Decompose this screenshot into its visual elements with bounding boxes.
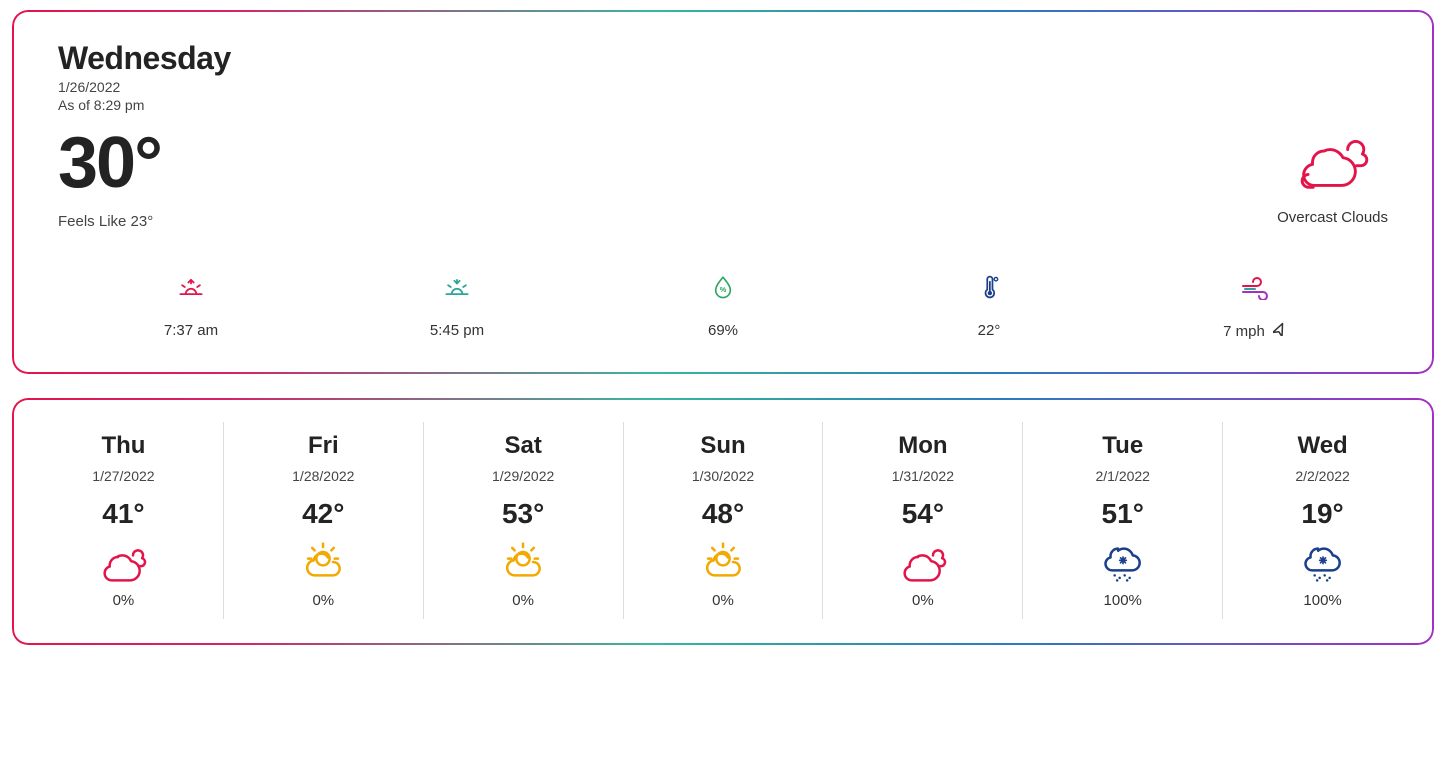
forecast-day-precip: 0% bbox=[712, 592, 734, 609]
forecast-day-name: Thu bbox=[101, 432, 145, 460]
forecast-day-temp: 51° bbox=[1102, 498, 1144, 530]
few-clouds-icon bbox=[297, 542, 349, 582]
forecast-day-name: Sat bbox=[504, 432, 541, 460]
dew-point-metric: 22° bbox=[856, 274, 1122, 340]
forecast-day-date: 1/29/2022 bbox=[492, 468, 554, 484]
forecast-day[interactable]: Sun 1/30/2022 48° 0% bbox=[624, 422, 824, 619]
sunrise-value: 7:37 am bbox=[164, 322, 218, 339]
wind-value: 7 mph bbox=[1223, 323, 1265, 340]
few-clouds-icon bbox=[497, 542, 549, 582]
forecast-day[interactable]: Wed 2/2/2022 19° 100% bbox=[1223, 422, 1422, 619]
forecast-day-temp: 19° bbox=[1301, 498, 1343, 530]
wind-direction-icon bbox=[1273, 322, 1287, 340]
forecast-day-precip: 0% bbox=[512, 592, 534, 609]
forecast-day-temp: 54° bbox=[902, 498, 944, 530]
forecast-day-name: Wed bbox=[1297, 432, 1347, 460]
forecast-day-precip: 0% bbox=[912, 592, 934, 609]
forecast-day-precip: 0% bbox=[312, 592, 334, 609]
overcast-clouds-icon bbox=[1290, 129, 1376, 195]
forecast-day-date: 2/2/2022 bbox=[1295, 468, 1350, 484]
wind-metric: 7 mph bbox=[1122, 274, 1388, 340]
humidity-icon bbox=[707, 274, 739, 300]
forecast-day-date: 1/27/2022 bbox=[92, 468, 154, 484]
snow-icon bbox=[1097, 542, 1149, 582]
forecast-day-name: Mon bbox=[898, 432, 947, 460]
forecast-day-date: 1/31/2022 bbox=[892, 468, 954, 484]
sunrise-icon bbox=[175, 274, 207, 300]
forecast-day-temp: 48° bbox=[702, 498, 744, 530]
humidity-value: 69% bbox=[708, 322, 738, 339]
forecast-day-precip: 100% bbox=[1104, 592, 1142, 609]
forecast-day-precip: 100% bbox=[1303, 592, 1341, 609]
forecast-day-precip: 0% bbox=[113, 592, 135, 609]
forecast-day-date: 1/28/2022 bbox=[292, 468, 354, 484]
forecast-day-temp: 53° bbox=[502, 498, 544, 530]
forecast-day-temp: 41° bbox=[102, 498, 144, 530]
today-card: Wednesday 1/26/2022 As of 8:29 pm 30° Fe… bbox=[12, 10, 1434, 374]
few-clouds-icon bbox=[697, 542, 749, 582]
humidity-metric: 69% bbox=[590, 274, 856, 340]
forecast-day-date: 2/1/2022 bbox=[1095, 468, 1150, 484]
forecast-day[interactable]: Thu 1/27/2022 41° 0% bbox=[24, 422, 224, 619]
forecast-day-temp: 42° bbox=[302, 498, 344, 530]
snow-icon bbox=[1297, 542, 1349, 582]
today-as-of: As of 8:29 pm bbox=[58, 97, 1388, 113]
forecast-day-name: Sun bbox=[700, 432, 745, 460]
scattered-clouds-icon bbox=[97, 542, 149, 582]
today-feels-like: Feels Like 23° bbox=[58, 213, 161, 230]
forecast-day[interactable]: Mon 1/31/2022 54° 0% bbox=[823, 422, 1023, 619]
sunset-icon bbox=[441, 274, 473, 300]
today-day-name: Wednesday bbox=[58, 40, 1388, 77]
forecast-day-name: Tue bbox=[1102, 432, 1143, 460]
scattered-clouds-icon bbox=[897, 542, 949, 582]
forecast-card: Thu 1/27/2022 41° 0% Fri 1/28/2022 42° 0… bbox=[12, 398, 1434, 645]
today-condition-label: Overcast Clouds bbox=[1277, 209, 1388, 226]
today-date: 1/26/2022 bbox=[58, 79, 1388, 95]
sunset-value: 5:45 pm bbox=[430, 322, 484, 339]
sunrise-metric: 7:37 am bbox=[58, 274, 324, 340]
forecast-day-name: Fri bbox=[308, 432, 339, 460]
thermometer-icon bbox=[973, 274, 1005, 300]
wind-icon bbox=[1239, 274, 1271, 300]
forecast-day[interactable]: Fri 1/28/2022 42° 0% bbox=[224, 422, 424, 619]
forecast-day[interactable]: Tue 2/1/2022 51° 100% bbox=[1023, 422, 1223, 619]
forecast-day[interactable]: Sat 1/29/2022 53° 0% bbox=[424, 422, 624, 619]
sunset-metric: 5:45 pm bbox=[324, 274, 590, 340]
today-temperature: 30° bbox=[58, 127, 161, 199]
dew-point-value: 22° bbox=[978, 322, 1001, 339]
forecast-day-date: 1/30/2022 bbox=[692, 468, 754, 484]
